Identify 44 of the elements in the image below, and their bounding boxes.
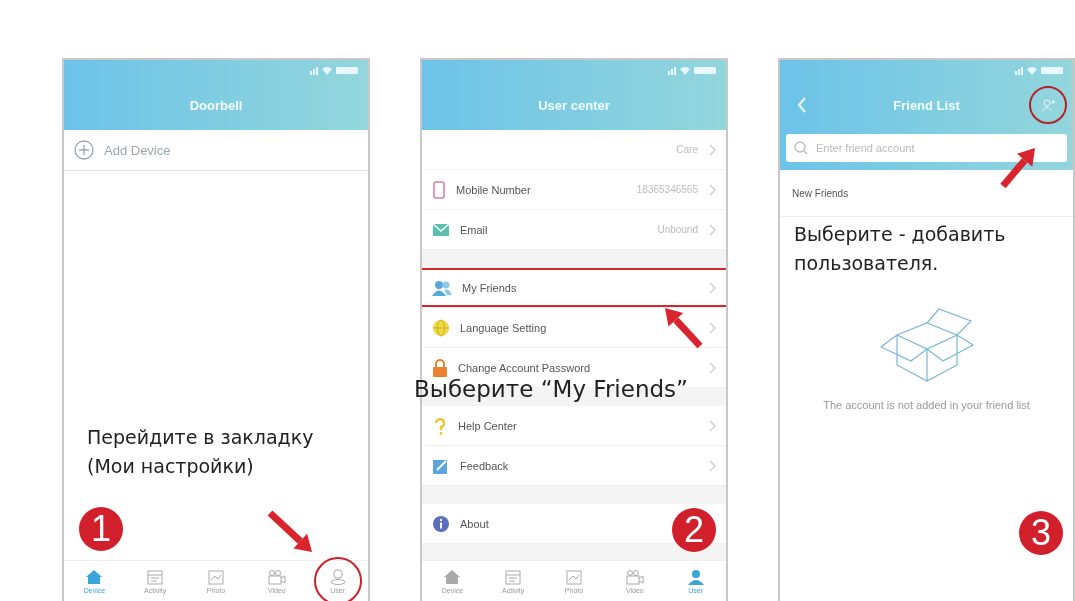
calendar-icon bbox=[147, 568, 164, 585]
person-icon bbox=[686, 568, 705, 585]
chevron-right-icon bbox=[708, 321, 716, 334]
calendar-icon bbox=[505, 568, 522, 585]
question-mark-icon bbox=[432, 416, 448, 435]
status-bar-icons bbox=[1015, 65, 1065, 75]
instruction-text: Выберите - добавить пользователя. bbox=[794, 222, 1006, 276]
line-chart-icon bbox=[566, 568, 582, 585]
empty-state-text: The account is not added in your friend list bbox=[823, 399, 1030, 411]
line-chart-icon bbox=[208, 568, 224, 585]
add-person-icon bbox=[1041, 99, 1055, 111]
chevron-right-icon bbox=[708, 223, 716, 236]
globe-icon bbox=[432, 318, 450, 337]
phone-icon bbox=[432, 180, 446, 199]
chevron-right-icon bbox=[708, 183, 716, 196]
arrow bbox=[1000, 148, 1035, 189]
chevron-right-icon bbox=[708, 143, 716, 156]
video-camera-icon bbox=[624, 568, 645, 585]
section-heading: New Friends bbox=[780, 170, 1073, 217]
screen-title: Friend List bbox=[893, 97, 960, 113]
person-icon bbox=[328, 568, 347, 585]
chevron-right-icon bbox=[708, 281, 716, 294]
chevron-right-icon bbox=[708, 459, 716, 472]
plus-circle-icon bbox=[74, 140, 94, 160]
video-camera-icon bbox=[266, 568, 287, 585]
info-icon bbox=[432, 514, 450, 533]
status-bar-icons bbox=[310, 65, 360, 75]
search-icon bbox=[794, 141, 808, 155]
instruction-text: Перейдите в закладку (Мои настройки) bbox=[87, 425, 314, 479]
search-field[interactable]: Enter friend account bbox=[786, 134, 1067, 162]
arrow bbox=[267, 510, 312, 552]
screen-title: User center bbox=[538, 97, 610, 113]
add-friend-button[interactable] bbox=[1029, 86, 1067, 124]
status-bar-icons bbox=[668, 65, 718, 75]
padlock-icon bbox=[432, 358, 448, 377]
add-device-row[interactable]: Add Device bbox=[64, 130, 368, 171]
chevron-right-icon bbox=[708, 419, 716, 432]
envelope-icon bbox=[432, 222, 450, 237]
back-icon bbox=[796, 96, 808, 114]
screen-title: Doorbell bbox=[189, 97, 243, 113]
arrow bbox=[665, 308, 703, 349]
people-icon bbox=[432, 279, 452, 296]
settings-row[interactable]: My Friends bbox=[422, 268, 726, 308]
chevron-right-icon bbox=[708, 361, 716, 374]
